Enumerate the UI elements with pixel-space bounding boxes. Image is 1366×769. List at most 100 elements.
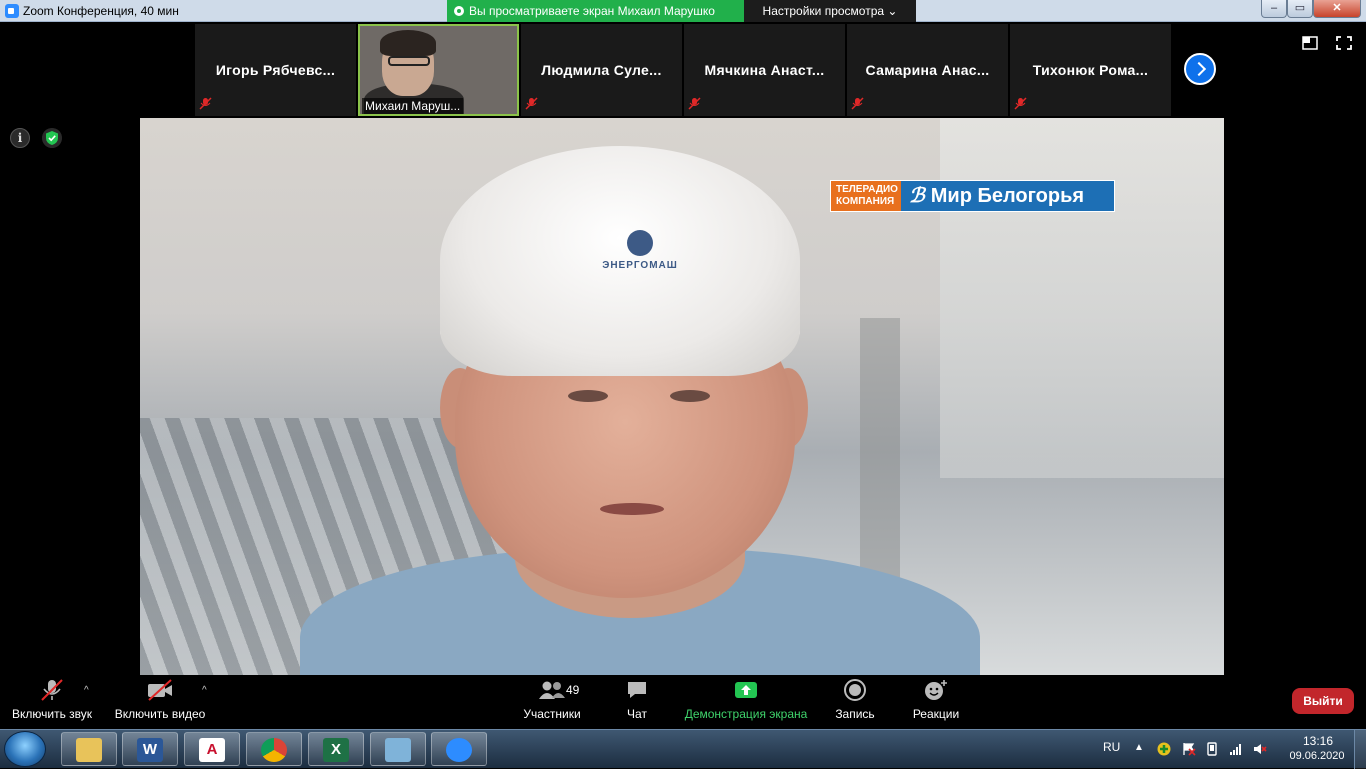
view-options-dropdown[interactable]: Настройки просмотра ⌄ [744, 0, 916, 22]
record-icon [844, 679, 866, 701]
share-screen-button[interactable]: Демонстрация экрана [680, 679, 812, 721]
swirl-logo-icon: ℬ [909, 185, 925, 207]
share-status-icon [454, 6, 464, 16]
word-taskbar-button[interactable]: W [122, 732, 178, 766]
reactions-label: Реакции [912, 707, 960, 721]
tv-logo-title: ℬ Мир Белогорья [901, 181, 1114, 211]
person-mouth [600, 503, 664, 515]
start-button[interactable] [4, 731, 46, 767]
reactions-button[interactable]: Реакции [904, 679, 968, 721]
clock-time[interactable]: 13:16 [1296, 734, 1340, 748]
chat-icon [628, 682, 646, 698]
minimize-button[interactable]: – [1261, 0, 1287, 18]
participants-count: 49 [566, 683, 580, 697]
hard-hat-logo: ЭНЕРГОМАШ [595, 230, 685, 271]
mic-muted-icon [525, 97, 538, 110]
maximize-button[interactable]: ▭ [1287, 0, 1313, 18]
screen-share-banner: Вы просматриваете экран Михаил Марушко [447, 0, 744, 22]
close-button[interactable]: ✕ [1313, 0, 1361, 18]
leave-meeting-button[interactable]: Выйти [1292, 688, 1354, 714]
person-eye [670, 390, 710, 402]
mic-muted-icon [199, 97, 212, 110]
participant-tile[interactable]: Самарина Анас... [847, 24, 1008, 116]
shared-screen-view: ЭНЕРГОМАШ ТЕЛЕРАДИО КОМПАНИЯ ℬ Мир Белого… [140, 118, 1224, 675]
record-label: Запись [835, 707, 875, 721]
active-speaker-tile[interactable]: Михаил Маруш... [358, 24, 519, 116]
info-icon[interactable]: i [10, 128, 30, 148]
tv-channel-logo: ТЕЛЕРАДИО КОМПАНИЯ ℬ Мир Белогорья [830, 180, 1115, 212]
reactions-smiley-icon [925, 680, 947, 700]
mic-muted-icon [1014, 97, 1027, 110]
file-explorer-taskbar-button[interactable] [61, 732, 117, 766]
participants-button[interactable]: 49 Участники [516, 679, 588, 721]
chrome-taskbar-button[interactable] [246, 732, 302, 766]
participants-icon [539, 681, 565, 699]
mic-off-icon [41, 679, 63, 701]
participant-name: Игорь Рябчевс... [215, 62, 336, 78]
zoom-taskbar-button[interactable] [431, 732, 487, 766]
share-screen-label: Демонстрация экрана [684, 707, 808, 721]
remote-desktop-icon [385, 738, 411, 762]
next-page-button[interactable] [1184, 53, 1216, 85]
video-options-caret-icon[interactable]: ^ [202, 685, 207, 696]
participants-label: Участники [523, 707, 581, 721]
show-desktop-button[interactable] [1354, 730, 1366, 769]
person-eye [568, 390, 608, 402]
fullscreen-icon[interactable] [1336, 36, 1352, 50]
show-hidden-icons-icon[interactable]: ▲ [1134, 742, 1144, 753]
start-video-button[interactable]: Включить видео ^ [110, 679, 210, 721]
participant-name: Мячкина Анаст... [704, 62, 825, 78]
chrome-icon [261, 738, 287, 762]
zoom-app-icon [5, 4, 19, 18]
mic-muted-icon [688, 97, 701, 110]
participant-tile[interactable]: Игорь Рябчевс... [195, 24, 356, 116]
remote-desktop-taskbar-button[interactable] [370, 732, 426, 766]
company-emblem-icon [627, 230, 653, 256]
autocad-taskbar-button[interactable]: A [184, 732, 240, 766]
excel-icon: X [323, 738, 349, 762]
mic-muted-icon [851, 97, 864, 110]
title-bar: Zoom Конференция, 40 мин Вы просматривае… [0, 0, 1366, 22]
volume-muted-icon[interactable] [1253, 742, 1267, 756]
participant-tile[interactable]: Тихонюк Рома... [1010, 24, 1171, 116]
device-tray-icon[interactable] [1205, 742, 1219, 756]
video-label: Включить видео [114, 707, 206, 721]
tv-logo-caption: ТЕЛЕРАДИО КОМПАНИЯ [831, 181, 901, 211]
word-icon: W [137, 738, 163, 762]
autocad-icon: A [199, 738, 225, 762]
clock-date[interactable]: 09.06.2020 [1283, 750, 1351, 762]
unmute-button[interactable]: Включить звук ^ [6, 679, 98, 721]
speaker-video-glasses [388, 56, 430, 66]
antivirus-tray-icon[interactable] [1157, 742, 1171, 756]
participant-name: Людмила Суле... [541, 62, 662, 78]
chat-button[interactable]: Чат [611, 679, 663, 721]
window-title: Zoom Конференция, 40 мин [23, 4, 179, 18]
participant-name: Михаил Маруш... [362, 98, 464, 114]
share-screen-icon [735, 682, 757, 698]
participant-strip: Игорь Рябчевс... Михаил Маруш... Людмила… [195, 24, 1171, 116]
tv-logo-name: Мир Белогорья [930, 185, 1085, 207]
zoom-icon [446, 738, 472, 762]
participant-name: Самарина Анас... [865, 62, 990, 78]
unmute-label: Включить звук [11, 707, 93, 721]
participant-tile[interactable]: Людмила Суле... [521, 24, 682, 116]
gallery-view-icon[interactable] [1302, 36, 1318, 50]
participant-tile[interactable]: Мячкина Анаст... [684, 24, 845, 116]
speaker-video-hair [380, 30, 436, 56]
record-button[interactable]: Запись [826, 679, 884, 721]
input-language-indicator[interactable]: RU [1103, 740, 1120, 754]
meeting-controls: Включить звук ^ Включить видео ^ 49 Учас… [0, 675, 1366, 729]
excel-taskbar-button[interactable]: X [308, 732, 364, 766]
windows-taskbar: W A X RU ▲ 13:16 09.06.2020 [0, 729, 1366, 769]
participant-name: Тихонюк Рома... [1032, 62, 1149, 78]
share-banner-text: Вы просматриваете экран Михаил Марушко [469, 4, 715, 18]
action-center-flag-icon[interactable] [1182, 742, 1196, 756]
security-shield-icon[interactable] [42, 128, 62, 148]
video-off-icon [148, 679, 172, 701]
hard-hat-text: ЭНЕРГОМАШ [602, 260, 678, 271]
audio-options-caret-icon[interactable]: ^ [84, 685, 89, 696]
folder-icon [76, 738, 102, 762]
network-signal-icon[interactable] [1229, 742, 1243, 756]
chat-label: Чат [627, 707, 647, 721]
background-window [940, 118, 1224, 478]
